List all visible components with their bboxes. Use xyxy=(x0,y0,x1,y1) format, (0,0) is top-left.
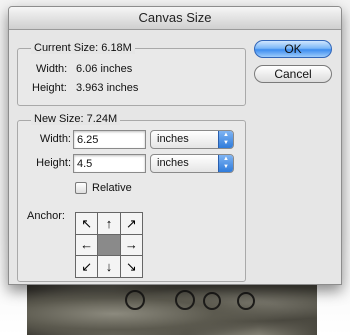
anchor-bottom-arrow-icon[interactable]: ↓ xyxy=(98,256,120,277)
bike-wheel-shape xyxy=(237,292,255,310)
select-arrows-icon: ▲ ▼ xyxy=(218,155,233,172)
height-unit-value: inches xyxy=(157,157,189,169)
anchor-top-left-arrow-icon[interactable]: ↖ xyxy=(76,213,98,234)
width-unit-value: inches xyxy=(157,133,189,145)
cancel-button[interactable]: Cancel xyxy=(254,65,332,83)
anchor-top-arrow-icon[interactable]: ↑ xyxy=(98,213,120,234)
bike-wheel-shape xyxy=(175,290,195,310)
current-size-value: 6.18M xyxy=(101,42,132,54)
canvas-size-dialog: Canvas Size Current Size: 6.18M Width: 6… xyxy=(8,6,342,285)
select-arrows-icon: ▲ ▼ xyxy=(218,131,233,148)
anchor-left-arrow-icon[interactable]: ← xyxy=(76,234,98,256)
relative-label: Relative xyxy=(92,182,132,194)
height-input[interactable]: 4.5 xyxy=(73,154,146,173)
relative-checkbox[interactable] xyxy=(75,182,87,194)
current-height-value: 3.963 inches xyxy=(76,82,139,94)
current-size-legend-label: Current Size: xyxy=(34,42,99,54)
anchor-bottom-right-arrow-icon[interactable]: ↘ xyxy=(120,256,142,277)
dialog-title: Canvas Size xyxy=(9,7,341,30)
anchor-label: Anchor: xyxy=(27,210,65,222)
anchor-bottom-left-arrow-icon[interactable]: ↙ xyxy=(76,256,98,277)
anchor-grid: ↖ ↑ ↗ ← → ↙ ↓ ↘ xyxy=(75,212,143,278)
new-size-legend-label: New Size: xyxy=(34,113,84,125)
height-unit-select[interactable]: inches ▲ ▼ xyxy=(150,154,234,173)
width-input[interactable]: 6.25 xyxy=(73,130,146,149)
width-unit-select[interactable]: inches ▲ ▼ xyxy=(150,130,234,149)
current-height-label: Height: xyxy=(32,82,67,94)
bike-wheel-shape xyxy=(203,292,221,310)
new-size-legend: New Size: 7.24M xyxy=(31,113,121,125)
new-width-label: Width: xyxy=(39,133,71,145)
anchor-top-right-arrow-icon[interactable]: ↗ xyxy=(120,213,142,234)
current-size-group xyxy=(17,48,246,106)
new-height-label: Height: xyxy=(36,157,71,169)
new-size-value: 7.24M xyxy=(86,113,118,125)
current-width-label: Width: xyxy=(36,63,68,75)
anchor-center-cell[interactable] xyxy=(98,234,120,256)
anchor-right-arrow-icon[interactable]: → xyxy=(120,234,142,256)
current-width-value: 6.06 inches xyxy=(76,63,133,75)
current-size-legend: Current Size: 6.18M xyxy=(31,42,135,54)
bike-wheel-shape xyxy=(125,290,145,310)
background-photo xyxy=(27,282,317,335)
ok-button[interactable]: OK xyxy=(254,40,332,58)
